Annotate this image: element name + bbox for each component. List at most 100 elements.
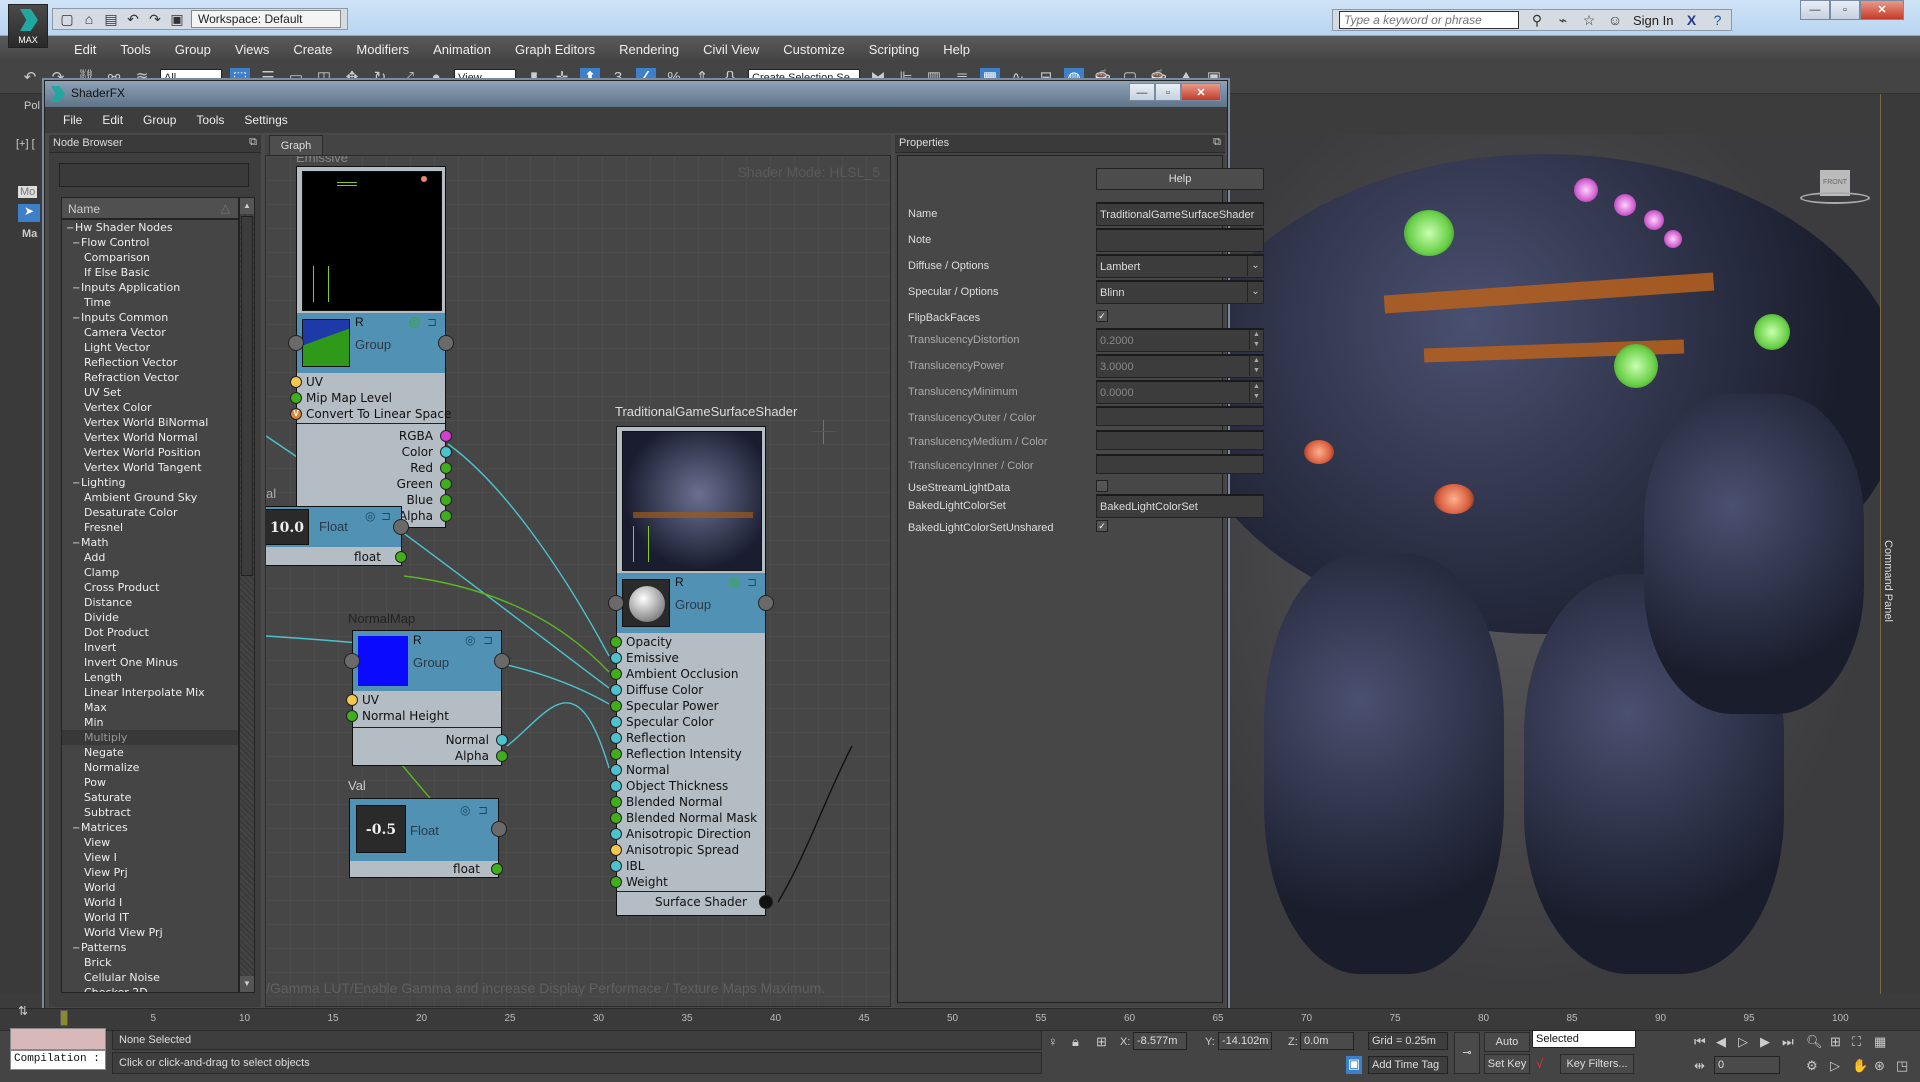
group-input-port[interactable]: [608, 595, 624, 611]
menu-create[interactable]: Create: [281, 42, 344, 57]
absolute-mode-icon[interactable]: ⊞: [1096, 1034, 1107, 1050]
node-tree-item[interactable]: View Prj: [62, 865, 238, 880]
property-text-field[interactable]: [1096, 228, 1264, 252]
save-icon[interactable]: ▤: [103, 11, 119, 27]
node-tree-item[interactable]: Time: [62, 295, 238, 310]
set-key-mode-key-icon[interactable]: ⊸: [1454, 1032, 1480, 1074]
y-coordinate-field[interactable]: -14.102m: [1218, 1032, 1272, 1050]
name-column-header[interactable]: Name △: [62, 198, 238, 220]
pan-view-icon[interactable]: ✋: [1852, 1058, 1868, 1074]
input-port[interactable]: [610, 748, 622, 760]
sfx-menu-settings[interactable]: Settings: [236, 113, 299, 127]
subscription-icon[interactable]: ⌁: [1555, 12, 1571, 28]
input-port[interactable]: [610, 812, 622, 824]
shaderfx-minimize-button[interactable]: —: [1129, 83, 1155, 101]
help-button[interactable]: Help: [1096, 168, 1264, 190]
input-port[interactable]: [610, 844, 622, 856]
node-tree-item[interactable]: Camera Vector: [62, 325, 238, 340]
redo-icon[interactable]: ↷: [147, 11, 163, 27]
input-port[interactable]: [610, 828, 622, 840]
node-tree-item[interactable]: Light Vector: [62, 340, 238, 355]
collapse-icon[interactable]: −: [72, 236, 81, 251]
go-to-start-icon[interactable]: ⏮: [1694, 1034, 1706, 1050]
property-color-field[interactable]: [1096, 406, 1264, 426]
zoom-extents-all-icon[interactable]: ▦: [1874, 1034, 1886, 1050]
selection-lock-icon[interactable]: 🔒︎: [1072, 1034, 1079, 1050]
property-checkbox[interactable]: [1096, 480, 1108, 492]
property-text-field[interactable]: BakedLightColorSet: [1096, 494, 1264, 518]
output-port[interactable]: [440, 494, 452, 506]
node-tree-scrollbar[interactable]: ▲ ▼: [239, 197, 255, 993]
node-tree-item[interactable]: Vertex World Normal: [62, 430, 238, 445]
select-arrow-icon[interactable]: ➤: [18, 204, 40, 222]
menu-edit[interactable]: Edit: [62, 42, 108, 57]
chevron-down-icon[interactable]: ⌄: [1247, 282, 1263, 302]
node-tree-item[interactable]: −Flow Control: [62, 235, 238, 250]
float-value[interactable]: 10.0: [266, 509, 309, 545]
viewport-label[interactable]: [+] [: [16, 138, 35, 150]
float-group-port[interactable]: [491, 821, 507, 837]
zoom-all-icon[interactable]: ⊞: [1830, 1034, 1841, 1050]
node-tree-item[interactable]: −Lighting: [62, 475, 238, 490]
float-node[interactable]: 10.0 Float ◎ ⊐ float: [266, 506, 409, 566]
preview-toggle-icon[interactable]: ◎: [460, 803, 476, 817]
maximize-button[interactable]: ▫: [1830, 0, 1860, 20]
preview-toggle-icon[interactable]: ◎: [729, 575, 745, 589]
node-tree-item[interactable]: Comparison: [62, 250, 238, 265]
property-checkbox[interactable]: ✓: [1096, 520, 1108, 532]
menu-rendering[interactable]: Rendering: [607, 42, 691, 57]
group-input-port[interactable]: [344, 653, 360, 669]
output-port[interactable]: [496, 734, 508, 746]
new-file-icon[interactable]: ▢: [59, 11, 75, 27]
collapse-icon[interactable]: −: [72, 476, 81, 491]
node-tree-item[interactable]: If Else Basic: [62, 265, 238, 280]
search-input[interactable]: [1339, 11, 1519, 29]
node-tree-item[interactable]: Dot Product: [62, 625, 238, 640]
spinner-arrows-icon[interactable]: ▲ ▼: [1249, 330, 1263, 350]
play-icon[interactable]: ▷: [1738, 1034, 1748, 1050]
node-tree-item[interactable]: Distance: [62, 595, 238, 610]
collapse-icon[interactable]: −: [72, 536, 81, 551]
undock-icon[interactable]: ⧉: [1213, 136, 1221, 149]
sfx-menu-edit[interactable]: Edit: [94, 113, 135, 127]
node-tree-item[interactable]: Fresnel: [62, 520, 238, 535]
node-tree-item[interactable]: Divide: [62, 610, 238, 625]
node-tree-item[interactable]: Subtract: [62, 805, 238, 820]
command-panel-label[interactable]: Command Panel: [1882, 540, 1894, 622]
node-tree-item[interactable]: Brick: [62, 955, 238, 970]
property-dropdown-field[interactable]: Blinn ⌄: [1096, 280, 1264, 304]
node-tree-item[interactable]: View I: [62, 850, 238, 865]
scroll-up-icon[interactable]: ▲: [240, 198, 254, 214]
node-tree-item[interactable]: Length: [62, 670, 238, 685]
time-configuration-icon[interactable]: ⚙: [1806, 1058, 1818, 1074]
node-tree-item[interactable]: Invert One Minus: [62, 655, 238, 670]
input-port[interactable]: [290, 392, 302, 404]
node-tree-item[interactable]: Saturate: [62, 790, 238, 805]
node-tree-item[interactable]: Multiply: [62, 730, 238, 745]
node-tree-item[interactable]: Cellular Noise: [62, 970, 238, 985]
node-tree-item[interactable]: −Math: [62, 535, 238, 550]
emissive-texture-node[interactable]: R Group ◎ ⊐ UV Mip Map Level V Convert To L…: [288, 166, 454, 528]
current-frame-field[interactable]: 0: [1714, 1056, 1780, 1074]
node-tree-item[interactable]: Linear Interpolate Mix: [62, 685, 238, 700]
node-tree-item[interactable]: Vertex World BiNormal: [62, 415, 238, 430]
node-tree-item[interactable]: Vertex Color: [62, 400, 238, 415]
field-of-view-icon[interactable]: ▷: [1830, 1058, 1840, 1074]
menu-civil-view[interactable]: Civil View: [691, 42, 771, 57]
node-tree-item[interactable]: View: [62, 835, 238, 850]
input-port[interactable]: [610, 636, 622, 648]
node-tree-item[interactable]: Desaturate Color: [62, 505, 238, 520]
chevron-down-icon[interactable]: ⌄: [1247, 256, 1263, 276]
node-tree-item[interactable]: Max: [62, 700, 238, 715]
workspace-dropdown[interactable]: Workspace: Default: [191, 10, 341, 28]
node-tree-item[interactable]: Clamp: [62, 565, 238, 580]
key-mode-toggle-icon[interactable]: ⇹: [1694, 1058, 1705, 1074]
exchange-icon[interactable]: X: [1683, 12, 1699, 28]
node-tree-item[interactable]: UV Set: [62, 385, 238, 400]
output-port[interactable]: [440, 446, 452, 458]
add-time-tag-button[interactable]: Add Time Tag: [1368, 1056, 1448, 1074]
preview-toggle-icon[interactable]: ◎: [409, 315, 425, 329]
ribbon-tab-polygon[interactable]: Pol: [24, 100, 40, 112]
sfx-menu-file[interactable]: File: [55, 113, 94, 127]
property-dropdown-field[interactable]: Lambert ⌄: [1096, 254, 1264, 278]
